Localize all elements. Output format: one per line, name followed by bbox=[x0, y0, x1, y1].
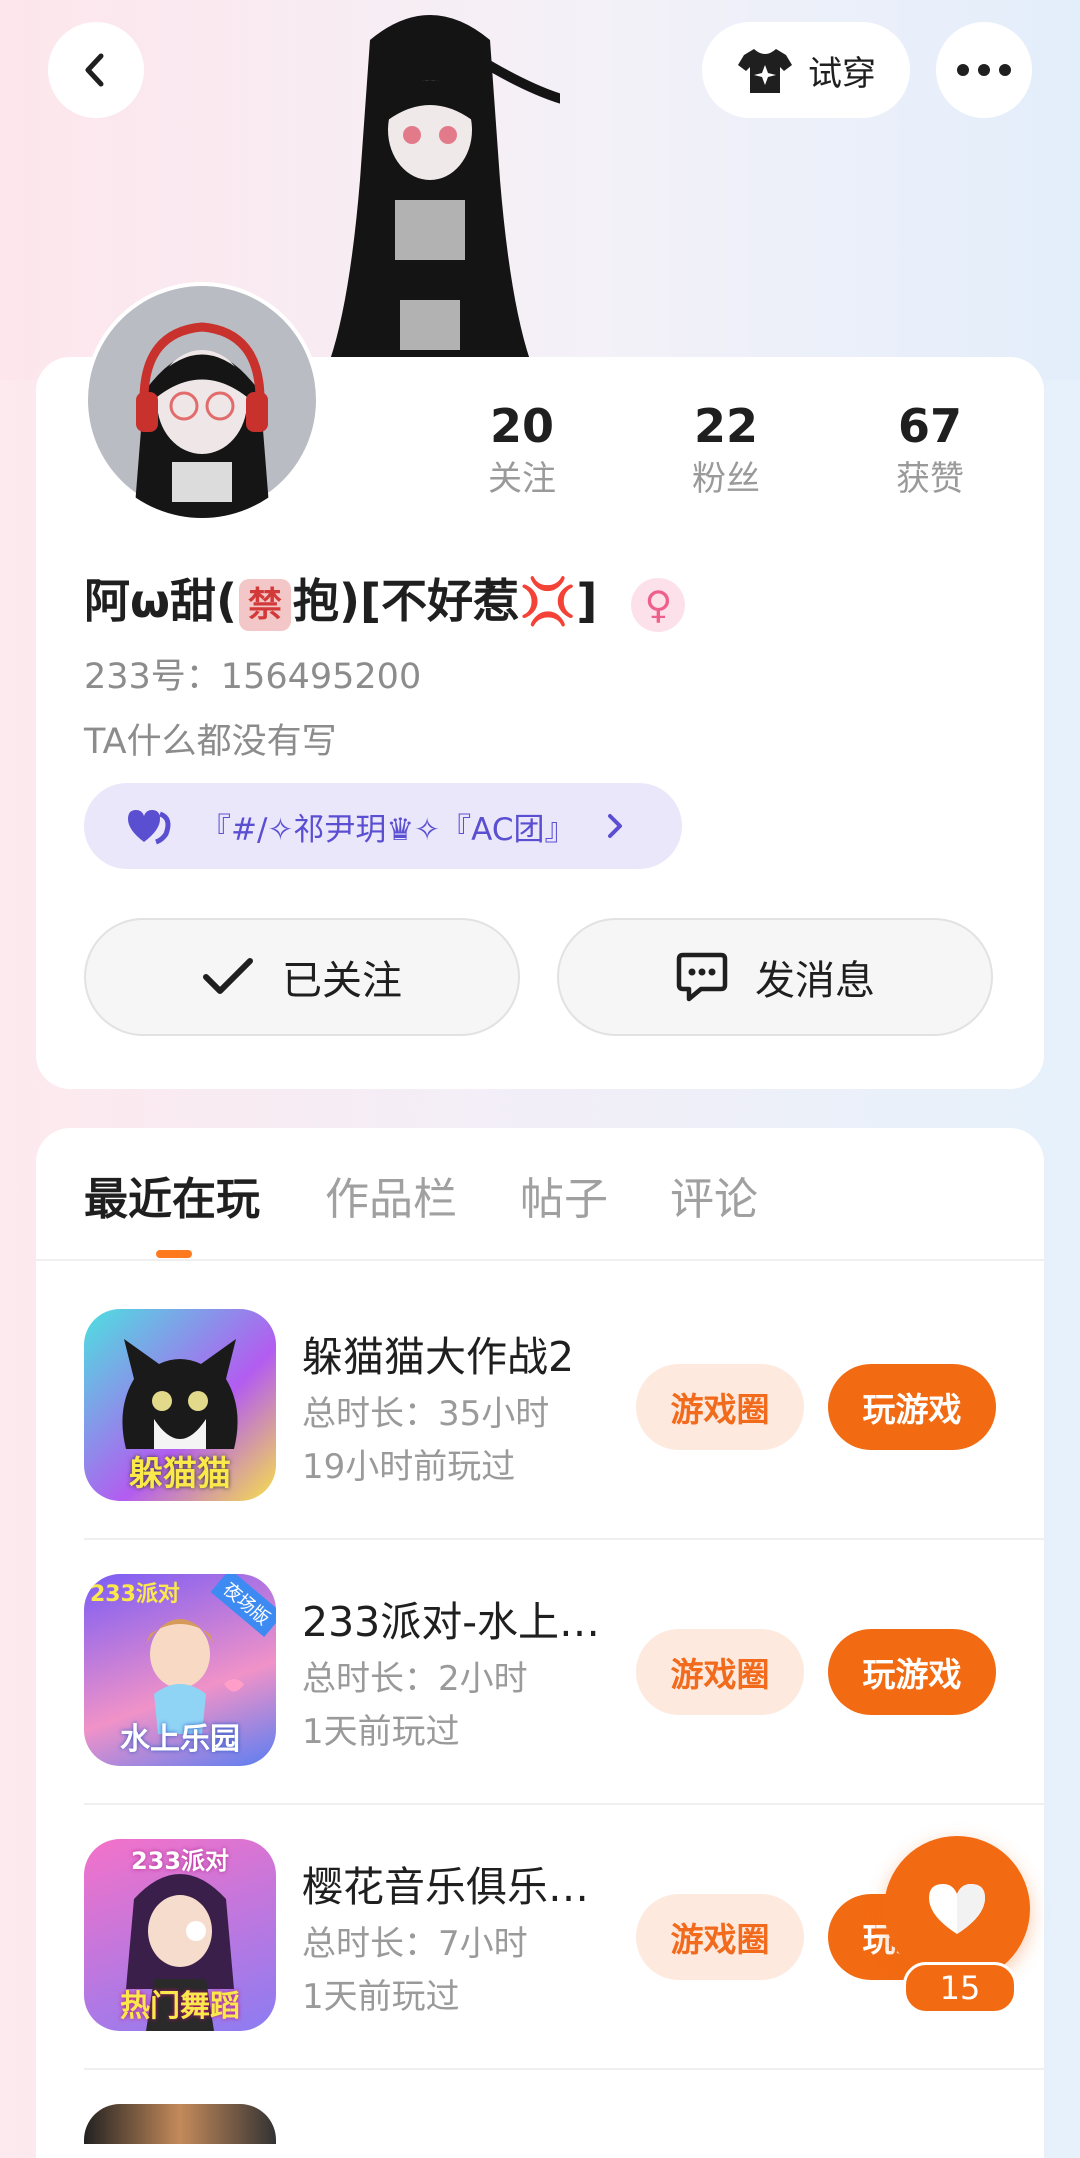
game-icon-text: 躲猫猫 bbox=[129, 1454, 231, 1494]
username-part2: 抱)[不好惹 bbox=[293, 574, 520, 628]
game-icon-corner: 233派对 bbox=[90, 1582, 180, 1607]
followed-button[interactable]: 已关注 bbox=[84, 918, 520, 1036]
user-bio: TA什么都没有写 bbox=[84, 722, 337, 762]
game-title: 樱花音乐俱乐… bbox=[302, 1863, 589, 1911]
username: 阿ω甜(禁抱)[不好惹💢] ♀ bbox=[84, 565, 686, 632]
like-fab-button[interactable] bbox=[884, 1836, 1030, 1982]
stat-fans-value: 22 bbox=[693, 399, 758, 453]
game-duration: 总时长：35小时 bbox=[302, 1394, 550, 1434]
more-dots-icon bbox=[957, 64, 1011, 76]
row-divider bbox=[84, 1538, 1044, 1540]
game-icon-party-water[interactable]: 233派对 夜场版 水上乐园 bbox=[84, 1574, 276, 1766]
stat-following-label: 关注 bbox=[488, 459, 556, 499]
chevron-right-icon bbox=[608, 814, 623, 838]
send-message-label: 发消息 bbox=[755, 958, 875, 1004]
stat-fans[interactable]: 22 粉丝 bbox=[636, 398, 816, 504]
tab-comments[interactable]: 评论 bbox=[670, 1163, 758, 1227]
forbidden-badge: 禁 bbox=[239, 578, 292, 631]
followed-label: 已关注 bbox=[282, 958, 402, 1004]
game-circle-button[interactable]: 游戏圈 bbox=[636, 1364, 804, 1450]
stat-likes[interactable]: 67 获赞 bbox=[840, 398, 1020, 504]
stat-following-value: 20 bbox=[489, 399, 554, 453]
game-circle-button[interactable]: 游戏圈 bbox=[636, 1894, 804, 1980]
game-title: 233派对-水上… bbox=[302, 1598, 601, 1646]
character-figure bbox=[330, 15, 560, 360]
back-button[interactable] bbox=[48, 22, 144, 118]
tab-recent-games[interactable]: 最近在玩 bbox=[84, 1163, 260, 1227]
username-part1: 阿ω甜( bbox=[84, 574, 238, 628]
heart-group-icon bbox=[128, 810, 171, 845]
row-divider bbox=[84, 1803, 1044, 1805]
stat-likes-value: 67 bbox=[897, 399, 962, 453]
gender-female-icon: ♀ bbox=[631, 577, 686, 632]
send-message-button[interactable]: 发消息 bbox=[557, 918, 993, 1036]
game-row[interactable]: 躲猫猫 躲猫猫大作战2 总时长：35小时 19小时前玩过 游戏圈 玩游戏 bbox=[84, 1309, 1044, 1505]
game-row[interactable]: 233派对 夜场版 水上乐园 233派对-水上… 总时长：2小时 1天前玩过 游… bbox=[84, 1574, 1044, 1770]
game-duration: 总时长：7小时 bbox=[302, 1924, 528, 1964]
tab-works[interactable]: 作品栏 bbox=[325, 1163, 457, 1227]
user-id: 233号：156495200 bbox=[84, 657, 422, 697]
game-circle-button[interactable]: 游戏圈 bbox=[636, 1629, 804, 1715]
game-title: 躲猫猫大作战2 bbox=[302, 1333, 575, 1381]
play-game-button[interactable]: 玩游戏 bbox=[828, 1364, 996, 1450]
group-link[interactable]: 『#/✧祁尹玥♛✧『AC团』 bbox=[84, 783, 682, 869]
game-icon-hide-cat[interactable]: 躲猫猫 bbox=[84, 1309, 276, 1501]
chevron-left-icon bbox=[85, 53, 104, 87]
heart-icon bbox=[929, 1884, 985, 1934]
play-game-button[interactable]: 玩游戏 bbox=[828, 1629, 996, 1715]
try-on-label: 试穿 bbox=[808, 53, 876, 94]
shirt-icon bbox=[738, 49, 792, 93]
stat-fans-label: 粉丝 bbox=[692, 459, 760, 499]
group-name: 『#/✧祁尹玥♛✧『AC团』 bbox=[200, 811, 576, 848]
username-part3: ] bbox=[576, 574, 598, 628]
more-button[interactable] bbox=[936, 22, 1032, 118]
game-duration: 总时长：2小时 bbox=[302, 1659, 528, 1699]
anger-emoji: 💢 bbox=[519, 574, 577, 628]
tabs-divider bbox=[36, 1259, 1044, 1261]
row-divider bbox=[84, 2068, 1044, 2070]
stat-likes-label: 获赞 bbox=[896, 459, 964, 499]
stat-following[interactable]: 20 关注 bbox=[432, 398, 612, 504]
tab-indicator bbox=[156, 1250, 192, 1258]
game-icon-text: 热门舞蹈 bbox=[120, 1989, 240, 2024]
game-icon-sakura-music[interactable]: 233派对 热门舞蹈 bbox=[84, 1839, 276, 2031]
avatar-image bbox=[88, 286, 316, 518]
like-count-badge: 15 bbox=[903, 1962, 1017, 2014]
check-icon bbox=[203, 958, 253, 994]
game-last-played: 19小时前玩过 bbox=[302, 1447, 516, 1487]
avatar[interactable] bbox=[84, 282, 320, 518]
game-icon-partial[interactable] bbox=[84, 2104, 276, 2144]
game-last-played: 1天前玩过 bbox=[302, 1712, 460, 1752]
game-icon-text: 水上乐园 bbox=[120, 1722, 240, 1757]
game-icon-corner: 233派对 bbox=[130, 1847, 230, 1875]
message-bubble-icon bbox=[676, 952, 728, 1002]
tab-posts[interactable]: 帖子 bbox=[520, 1163, 608, 1227]
game-last-played: 1天前玩过 bbox=[302, 1977, 460, 2017]
try-on-button[interactable]: 试穿 bbox=[702, 22, 910, 118]
